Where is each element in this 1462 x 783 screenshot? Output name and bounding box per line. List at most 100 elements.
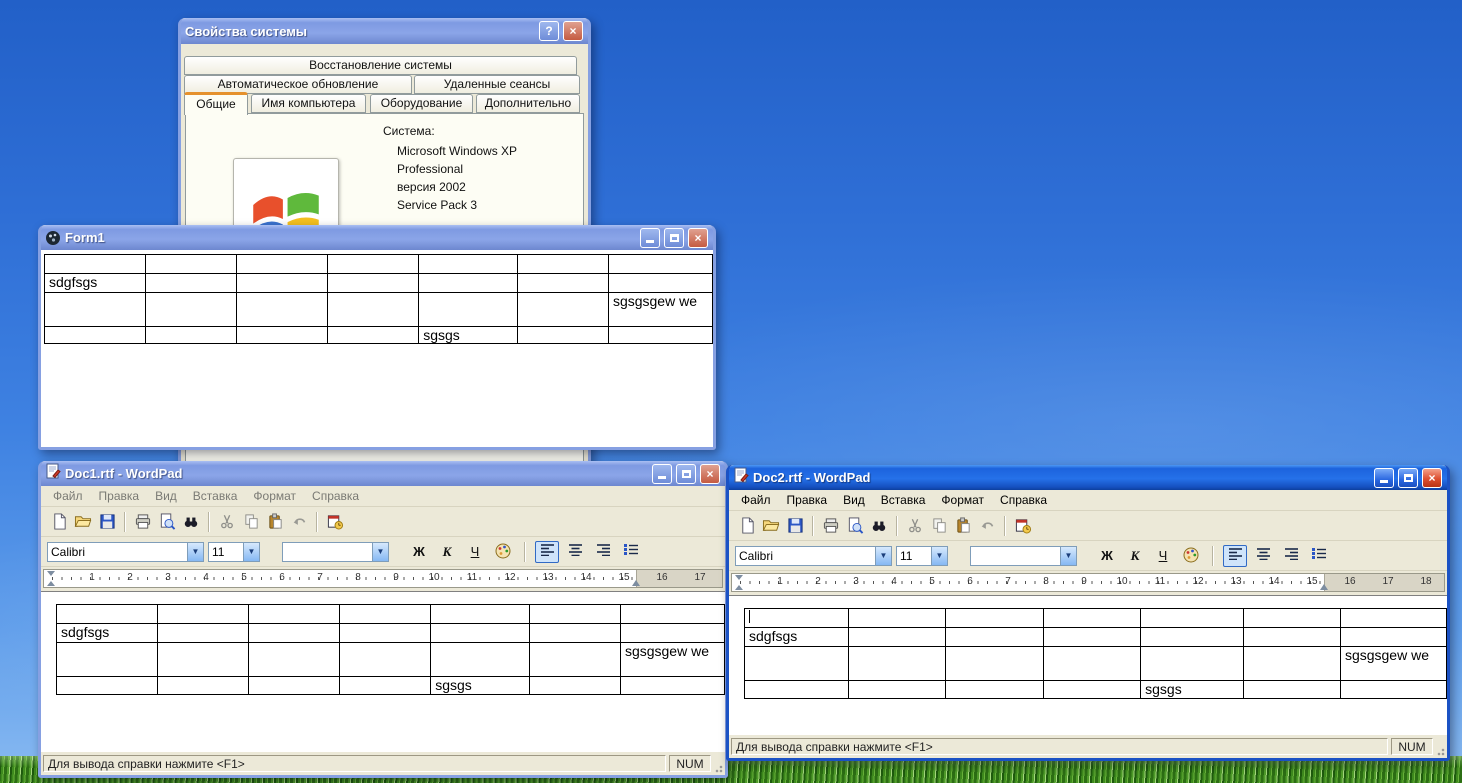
table-cell-r1c3[interactable]: [340, 624, 431, 643]
table-cell-r0c0[interactable]: [57, 605, 158, 624]
print-preview-button[interactable]: [155, 511, 179, 533]
table-cell-r0c5[interactable]: [529, 605, 620, 624]
table-cell-r3c2[interactable]: [249, 677, 340, 695]
table-cell-r0c4[interactable]: [1141, 609, 1243, 628]
italic-button[interactable]: К: [1123, 545, 1147, 567]
table-cell-r2c3[interactable]: [328, 293, 419, 327]
tab-remote-sessions[interactable]: Удаленные сеансы: [414, 75, 580, 94]
table-cell-r0c4[interactable]: [419, 255, 518, 274]
align-center-button[interactable]: [563, 541, 587, 563]
table-cell-r1c4[interactable]: [1141, 628, 1243, 647]
print-button[interactable]: [819, 515, 843, 537]
table-cell-r2c2[interactable]: [946, 647, 1043, 681]
ruler[interactable]: 1234567891011121314151617: [43, 569, 723, 588]
table-cell-r1c4[interactable]: [419, 274, 518, 293]
tab-general[interactable]: Общие: [184, 92, 248, 115]
menu-item-2[interactable]: Вид: [835, 490, 873, 510]
document-area[interactable]: sdgfsgssgsgsgew wesgsgs: [729, 595, 1447, 735]
table-cell-r2c4[interactable]: [431, 643, 530, 677]
table-cell-r2c2[interactable]: [237, 293, 328, 327]
table-cell-r0c2[interactable]: [249, 605, 340, 624]
table-cell-r3c1[interactable]: [158, 677, 249, 695]
table-cell-r2c1[interactable]: [146, 293, 237, 327]
table-cell-r3c4[interactable]: sgsgs: [431, 677, 530, 695]
tab-advanced[interactable]: Дополнительно: [476, 94, 580, 113]
close-button[interactable]: ×: [688, 228, 708, 248]
table-cell-r1c5[interactable]: [529, 624, 620, 643]
table-cell-r2c0[interactable]: [45, 293, 146, 327]
table-cell-r0c5[interactable]: [517, 255, 608, 274]
new-document-button[interactable]: [735, 515, 759, 537]
table-cell-r1c6[interactable]: [1340, 628, 1446, 647]
left-indent-marker[interactable]: [735, 585, 743, 590]
font-size-select[interactable]: 11▼: [896, 546, 948, 566]
menu-item-5[interactable]: Справка: [992, 490, 1055, 510]
menu-item-2[interactable]: Вид: [147, 486, 185, 506]
save-button[interactable]: [783, 515, 807, 537]
menu-item-5[interactable]: Справка: [304, 486, 367, 506]
help-button[interactable]: ?: [539, 21, 559, 41]
minimize-button[interactable]: [1374, 468, 1394, 488]
table-cell-r2c2[interactable]: [249, 643, 340, 677]
paste-button[interactable]: [263, 511, 287, 533]
table-cell-r0c6[interactable]: [1340, 609, 1446, 628]
find-button[interactable]: [867, 515, 891, 537]
left-indent-marker[interactable]: [47, 581, 55, 586]
table-cell-r3c1[interactable]: [146, 327, 237, 344]
table-cell-r2c1[interactable]: [849, 647, 946, 681]
table-cell-r3c2[interactable]: [237, 327, 328, 344]
table-cell-r2c0[interactable]: [57, 643, 158, 677]
menu-item-1[interactable]: Правка: [779, 490, 836, 510]
table-cell-r3c2[interactable]: [946, 681, 1043, 699]
table-cell-r1c2[interactable]: [237, 274, 328, 293]
paste-button[interactable]: [951, 515, 975, 537]
maximize-button[interactable]: [676, 464, 696, 484]
insert-datetime-button[interactable]: [1011, 515, 1035, 537]
bold-button[interactable]: Ж: [407, 541, 431, 563]
table-cell-r2c1[interactable]: [158, 643, 249, 677]
menu-item-3[interactable]: Вставка: [185, 486, 246, 506]
table-cell-r0c6[interactable]: [608, 255, 712, 274]
menu-item-4[interactable]: Формат: [245, 486, 304, 506]
dialog-title-bar[interactable]: Свойства системы ? ×: [181, 18, 588, 44]
table-cell-r3c5[interactable]: [1243, 681, 1340, 699]
table-cell-r3c5[interactable]: [517, 327, 608, 344]
tab-hardware[interactable]: Оборудование: [370, 94, 473, 113]
align-center-button[interactable]: [1251, 545, 1275, 567]
wordpad1-title-bar[interactable]: Doc1.rtf - WordPad ×: [41, 461, 725, 486]
underline-button[interactable]: Ч: [1151, 545, 1175, 567]
table-cell-r3c4[interactable]: sgsgs: [1141, 681, 1243, 699]
align-left-button[interactable]: [1223, 545, 1247, 567]
print-preview-button[interactable]: [843, 515, 867, 537]
close-button[interactable]: ×: [1422, 468, 1442, 488]
table-cell-r1c4[interactable]: [431, 624, 530, 643]
table-cell-r0c3[interactable]: [340, 605, 431, 624]
table-cell-r1c0[interactable]: sdgfsgs: [745, 628, 849, 647]
first-line-indent-marker[interactable]: [735, 575, 743, 580]
wordpad2-title-bar[interactable]: Doc2.rtf - WordPad ×: [729, 465, 1447, 490]
table-cell-r0c2[interactable]: [946, 609, 1043, 628]
cut-button[interactable]: [903, 515, 927, 537]
table-cell-r3c3[interactable]: [340, 677, 431, 695]
table-cell-r0c3[interactable]: [1043, 609, 1140, 628]
table-cell-r0c6[interactable]: [620, 605, 724, 624]
table-cell-r2c0[interactable]: [745, 647, 849, 681]
open-button[interactable]: [759, 515, 783, 537]
table-cell-r0c3[interactable]: [328, 255, 419, 274]
script-select[interactable]: ▼: [282, 542, 389, 562]
table-cell-r3c3[interactable]: [328, 327, 419, 344]
table-cell-r1c2[interactable]: [946, 628, 1043, 647]
menu-item-4[interactable]: Формат: [933, 490, 992, 510]
table-cell-r0c4[interactable]: [431, 605, 530, 624]
bullets-button[interactable]: [619, 541, 643, 563]
bullets-button[interactable]: [1307, 545, 1331, 567]
tab-computer-name[interactable]: Имя компьютера: [251, 94, 366, 113]
table-cell-r0c2[interactable]: [237, 255, 328, 274]
right-indent-marker[interactable]: [632, 580, 640, 586]
align-left-button[interactable]: [535, 541, 559, 563]
menu-item-3[interactable]: Вставка: [873, 490, 934, 510]
cut-button[interactable]: [215, 511, 239, 533]
undo-button[interactable]: [975, 515, 999, 537]
table-cell-r2c5[interactable]: [1243, 647, 1340, 681]
save-button[interactable]: [95, 511, 119, 533]
